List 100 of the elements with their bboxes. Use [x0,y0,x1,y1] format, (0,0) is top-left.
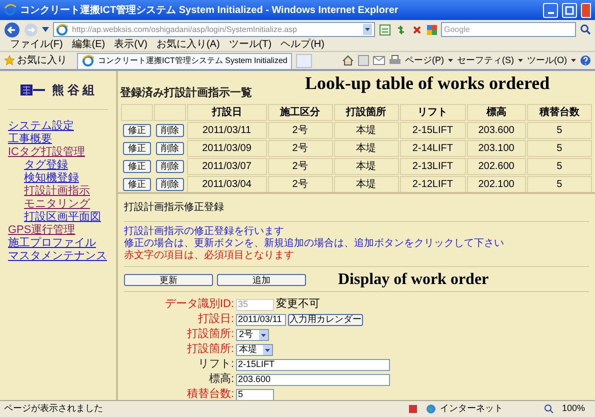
toolbar-menu[interactable]: ツール(O) [527,54,567,68]
text-field[interactable]: 5 [236,388,274,400]
menu-item[interactable]: ツール(T) [228,40,272,50]
select-field[interactable]: 2号 [236,328,270,340]
search-icon[interactable] [580,24,591,35]
table-cell: 2011/03/07 [187,158,267,175]
home-icon[interactable] [342,55,354,66]
nav-link[interactable]: モニタリング [24,198,90,211]
status-text: ページが表示されました [4,402,104,416]
text-field[interactable]: 203.600 [236,374,390,386]
column-header: リフト [400,104,466,121]
table-cell: 2号 [268,122,333,139]
dropdown-icon [259,330,268,340]
menu-item[interactable]: お気に入り(A) [156,40,220,50]
date-field[interactable]: 2011/03/11 [236,314,286,326]
delete-button[interactable]: 削除 [156,142,184,155]
nav-link[interactable]: マスタメンテナンス [8,250,107,263]
caret-icon[interactable] [518,59,523,62]
delete-button[interactable]: 削除 [156,160,184,173]
back-icon[interactable] [4,22,20,38]
zoom-icon[interactable] [544,404,554,414]
edit-button[interactable]: 修正 [123,124,151,137]
table-cell: 2011/03/11 [187,122,267,139]
table-cell: 203.100 [466,140,526,157]
minimize-button[interactable] [543,2,558,18]
table-cell: 2号 [268,140,333,157]
form-button[interactable]: 追加 [217,274,306,286]
field-label: データ識別ID: [164,296,234,312]
section-heading: 登録済み打設計画指示一覧 [120,86,253,100]
delete-button[interactable]: 削除 [156,124,184,137]
edit-button[interactable]: 修正 [123,160,151,173]
table-cell: 本堤 [334,176,399,192]
column-header: 標高 [466,104,526,121]
table-cell: 203.600 [466,122,526,139]
table-cell: 本堤 [334,158,399,175]
maximize-icon [565,6,574,14]
zone-text: インターネット [440,402,503,416]
select-field[interactable]: 本堤 [236,344,273,356]
calendar-button[interactable]: 入力用カレンダー [288,314,363,326]
caret-icon[interactable] [448,59,453,62]
help-icon[interactable] [580,55,591,66]
search-field[interactable]: Google [441,22,576,37]
zoom-level[interactable]: 100% [562,402,591,416]
favorites-button[interactable]: お気に入り [4,53,67,68]
table-cell: 5 [526,158,592,175]
table-cell: 2011/03/09 [187,140,267,157]
nav-link[interactable]: タグ登録 [24,159,68,172]
table-cell: 5 [526,140,592,157]
mail-icon[interactable] [373,56,385,65]
print-icon[interactable] [389,55,401,66]
table-cell: 5 [526,176,592,192]
compatibility-icon[interactable] [379,24,391,36]
table-cell: 2-15LIFT [400,122,466,139]
url-text: http://ap.webksis.com/oshigadani/asp/login/SystemInitialize.asp [72,24,298,36]
nav-link[interactable]: GPS運行管理 [8,224,76,237]
nav-link[interactable]: 打設計画指示 [24,185,90,198]
delete-button[interactable]: 削除 [156,178,184,191]
form-button[interactable]: 更新 [124,274,213,286]
stop-icon[interactable] [411,24,423,36]
nav-link[interactable]: 施工プロファイル [8,237,96,250]
table-cell: 202.600 [466,158,526,175]
edit-button[interactable]: 修正 [123,178,151,191]
column-header: 打設日 [187,104,267,121]
column-header: 積替台数 [526,104,592,121]
window-title: コンクリート運搬ICT管理システム System Initialized - Windows Internet Explorer [20,4,400,18]
toolbar-menu[interactable]: セーフティ(S) [457,54,514,68]
minimize-icon [548,12,554,14]
toolbar-menu[interactable]: ページ(P) [405,54,444,68]
annotation-text: Look-up table of works ordered [305,73,550,93]
table-cell: 本堤 [334,140,399,157]
refresh-icon[interactable] [395,24,407,36]
menu-item[interactable]: 表示(V) [114,40,148,50]
dropdown-icon[interactable] [42,27,49,32]
menu-item[interactable]: ファイル(F) [10,40,63,50]
caret-icon[interactable] [571,59,576,62]
field-label: 打設箇所: [186,327,234,342]
menu-item[interactable]: ヘルプ(H) [280,40,324,50]
ie-logo-icon [82,55,94,67]
google-logo-icon [427,24,437,34]
table-cell: 2-12LIFT [400,176,466,192]
nav-link[interactable]: 打設区画平面図 [24,211,101,224]
text-field[interactable]: 2-15LIFT [236,358,390,370]
ie-logo-icon [56,24,68,36]
table-cell: 202.100 [466,176,526,192]
company-logo-text: 熊 谷 組 [52,82,95,99]
edit-button[interactable]: 修正 [123,142,151,155]
close-button[interactable] [581,2,591,18]
table-cell: 2011/03/04 [187,176,267,192]
table-cell: 2-13LIFT [400,158,466,175]
menu-item[interactable]: 編集(E) [72,40,106,50]
nav-link[interactable]: システム設定 [8,120,74,133]
nav-link[interactable]: 検知機登録 [24,172,79,185]
nav-link[interactable]: ICタグ打設管理 [8,146,85,159]
column-header: 施工区分 [268,104,333,121]
maximize-button[interactable] [562,2,577,18]
field-label: リフト: [198,357,234,372]
browser-tab[interactable]: コンクリート運搬ICT管理システム System Initialized [77,52,292,68]
dropdown-icon[interactable] [363,24,372,35]
nav-link[interactable]: 工事概要 [8,133,52,146]
address-field[interactable]: http://ap.webksis.com/oshigadani/asp/login/SystemInitialize.asp [53,22,375,37]
